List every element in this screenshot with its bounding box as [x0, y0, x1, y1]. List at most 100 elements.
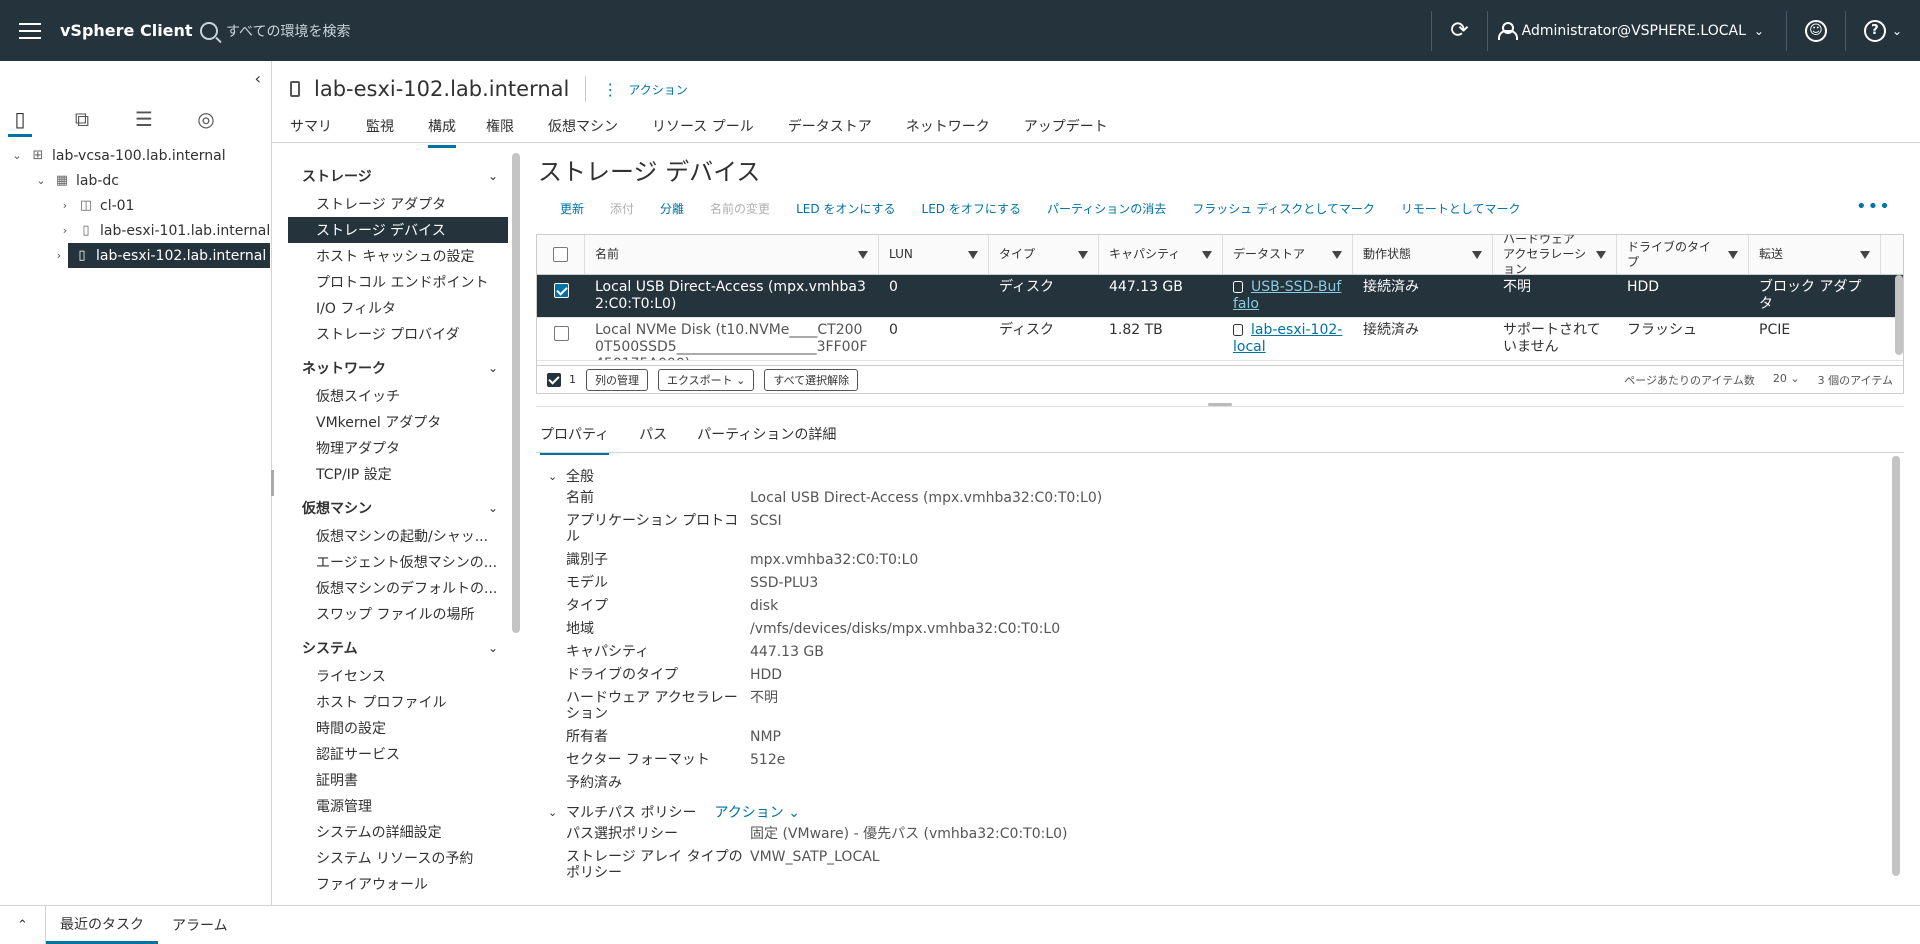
toolbar-button[interactable]: パーティションの消去: [1047, 200, 1166, 217]
more-actions-button[interactable]: •••: [1856, 196, 1891, 217]
table-row[interactable]: Local USB Direct-Access (mpx.vmhba32:C0:…: [537, 275, 1903, 318]
tree-node[interactable]: › ▯ lab-esxi-101.lab.internal: [0, 218, 272, 243]
row-checkbox[interactable]: [553, 283, 569, 298]
caret-down-icon[interactable]: ⌄: [34, 174, 48, 187]
tab-8[interactable]: アップデート: [1024, 116, 1124, 148]
nav-item[interactable]: ファイアウォール: [288, 871, 508, 897]
actions-menu[interactable]: ⋮ アクション: [602, 80, 687, 99]
tab-7[interactable]: ネットワーク: [906, 116, 1006, 148]
multipath-actions-menu[interactable]: アクション ⌄: [714, 802, 800, 822]
properties-scrollbar[interactable]: [1892, 456, 1900, 876]
panel-resize-handle[interactable]: [271, 470, 274, 496]
nav-item[interactable]: 時間の設定: [288, 715, 508, 741]
detail-tab[interactable]: パーティションの詳細: [697, 424, 836, 455]
select-all-checkbox[interactable]: [553, 247, 568, 262]
column-header[interactable]: 動作状態: [1353, 235, 1493, 274]
caret-right-icon[interactable]: ›: [58, 224, 72, 237]
hosts-clusters-icon[interactable]: ▯: [8, 107, 32, 137]
tab-3[interactable]: 権限: [486, 116, 530, 148]
nav-item[interactable]: I/O フィルタ: [288, 295, 508, 321]
bottom-tab[interactable]: アラーム: [158, 906, 242, 944]
tab-0[interactable]: サマリ: [290, 116, 348, 148]
nav-item[interactable]: VMkernel アダプタ: [288, 409, 508, 435]
nav-item[interactable]: 認証サービス: [288, 741, 508, 767]
nav-item[interactable]: ストレージ プロバイダ: [288, 321, 508, 347]
nav-section-header[interactable]: ネットワーク ⌄: [288, 353, 508, 383]
expand-tasks-button[interactable]: ⌃: [0, 906, 46, 944]
filter-icon[interactable]: [1596, 250, 1606, 259]
menu-button[interactable]: [0, 0, 60, 61]
networking-icon[interactable]: ◎: [194, 107, 218, 137]
nav-item[interactable]: 仮想マシンの起動/シャッ...: [288, 523, 508, 549]
nav-item[interactable]: スワップ ファイルの場所: [288, 601, 508, 627]
tab-5[interactable]: リソース プール: [652, 116, 770, 148]
caret-right-icon[interactable]: ›: [52, 249, 66, 262]
nav-item[interactable]: TCP/IP 設定: [288, 461, 508, 487]
storage-icon[interactable]: ☰: [132, 107, 156, 137]
table-row[interactable]: Local NVMe Disk (t10.NVMe____CT2000T500S…: [537, 318, 1903, 361]
tab-1[interactable]: 監視: [366, 116, 410, 148]
general-group-header[interactable]: ⌄ 全般: [548, 464, 1888, 488]
filter-icon[interactable]: [1332, 250, 1342, 259]
filter-icon[interactable]: [1860, 250, 1870, 259]
tree-node[interactable]: ⌄ ▦ lab-dc: [0, 168, 272, 193]
filter-icon[interactable]: [968, 250, 978, 259]
user-menu[interactable]: Administrator@VSPHERE.LOCAL ⌄: [1488, 0, 1786, 61]
datastore-link[interactable]: USB-SSD-Buffalo: [1233, 279, 1341, 312]
multipath-group-header[interactable]: ⌄ マルチパス ポリシー アクション ⌄: [548, 800, 1888, 824]
filter-icon[interactable]: [1728, 250, 1738, 259]
nav-item[interactable]: プロトコル エンドポイント: [288, 269, 508, 295]
manage-columns-button[interactable]: 列の管理: [586, 368, 648, 391]
column-header[interactable]: ハードウェア アクセラレーション: [1493, 235, 1617, 274]
nav-section-header[interactable]: システム ⌄: [288, 633, 508, 663]
filter-icon[interactable]: [858, 250, 868, 259]
filter-icon[interactable]: [1078, 250, 1088, 259]
bottom-tab[interactable]: 最近のタスク: [46, 906, 158, 944]
nav-item[interactable]: 仮想スイッチ: [288, 383, 508, 409]
tab-4[interactable]: 仮想マシン: [548, 116, 634, 148]
tab-6[interactable]: データストア: [788, 116, 888, 148]
nav-item[interactable]: 電源管理: [288, 793, 508, 819]
column-header[interactable]: LUN: [879, 235, 989, 274]
caret-down-icon[interactable]: ⌄: [10, 149, 24, 162]
nav-item[interactable]: エージェント仮想マシンの...: [288, 549, 508, 575]
tab-2[interactable]: 構成: [428, 116, 456, 148]
detail-tab[interactable]: パス: [639, 424, 667, 455]
nav-item[interactable]: 物理アダプタ: [288, 435, 508, 461]
filter-icon[interactable]: [1472, 250, 1482, 259]
tree-node[interactable]: ⌄ ⊞ lab-vcsa-100.lab.internal: [0, 143, 272, 168]
export-button[interactable]: エクスポート ⌄: [658, 368, 755, 391]
configure-nav-scrollbar[interactable]: [512, 153, 520, 633]
column-header[interactable]: データストア: [1223, 235, 1353, 274]
datastore-link[interactable]: lab-esxi-102-local: [1233, 322, 1342, 355]
tree-node[interactable]: › ◫ cl-01: [0, 193, 272, 218]
toolbar-button[interactable]: リモートとしてマーク: [1401, 200, 1521, 217]
grid-scrollbar[interactable]: [1895, 275, 1903, 355]
nav-item[interactable]: ストレージ デバイス: [288, 217, 508, 243]
per-page-select[interactable]: 20 ⌄: [1773, 372, 1800, 388]
global-search[interactable]: すべての環境を検索: [200, 21, 350, 41]
nav-item[interactable]: システム リソースの予約: [288, 845, 508, 871]
nav-item[interactable]: 仮想マシンのデフォルトの...: [288, 575, 508, 601]
vms-templates-icon[interactable]: ⧉: [70, 107, 94, 137]
select-all-footer-checkbox[interactable]: [547, 372, 561, 387]
refresh-button[interactable]: ⟳: [1432, 0, 1486, 61]
nav-item[interactable]: ライセンス: [288, 663, 508, 689]
toolbar-button[interactable]: 更新: [560, 200, 584, 217]
clear-selection-button[interactable]: すべて選択解除: [764, 368, 859, 391]
column-header[interactable]: キャパシティ: [1099, 235, 1223, 274]
toolbar-button[interactable]: フラッシュ ディスクとしてマーク: [1192, 200, 1375, 217]
filter-icon[interactable]: [1202, 250, 1212, 259]
row-checkbox[interactable]: [553, 326, 569, 341]
toolbar-button[interactable]: 分離: [660, 200, 684, 217]
nav-item[interactable]: システムの詳細設定: [288, 819, 508, 845]
toolbar-button[interactable]: LED をオフにする: [922, 200, 1021, 217]
caret-right-icon[interactable]: ›: [58, 199, 72, 212]
column-header[interactable]: 転送: [1749, 235, 1881, 274]
toolbar-button[interactable]: LED をオンにする: [796, 200, 895, 217]
nav-section-header[interactable]: 仮想マシン ⌄: [288, 493, 508, 523]
column-header[interactable]: 名前: [585, 235, 879, 274]
nav-item[interactable]: ホスト プロファイル: [288, 689, 508, 715]
column-header[interactable]: ドライブのタイプ: [1617, 235, 1749, 274]
help-button[interactable]: ? ⌄: [1846, 0, 1920, 61]
